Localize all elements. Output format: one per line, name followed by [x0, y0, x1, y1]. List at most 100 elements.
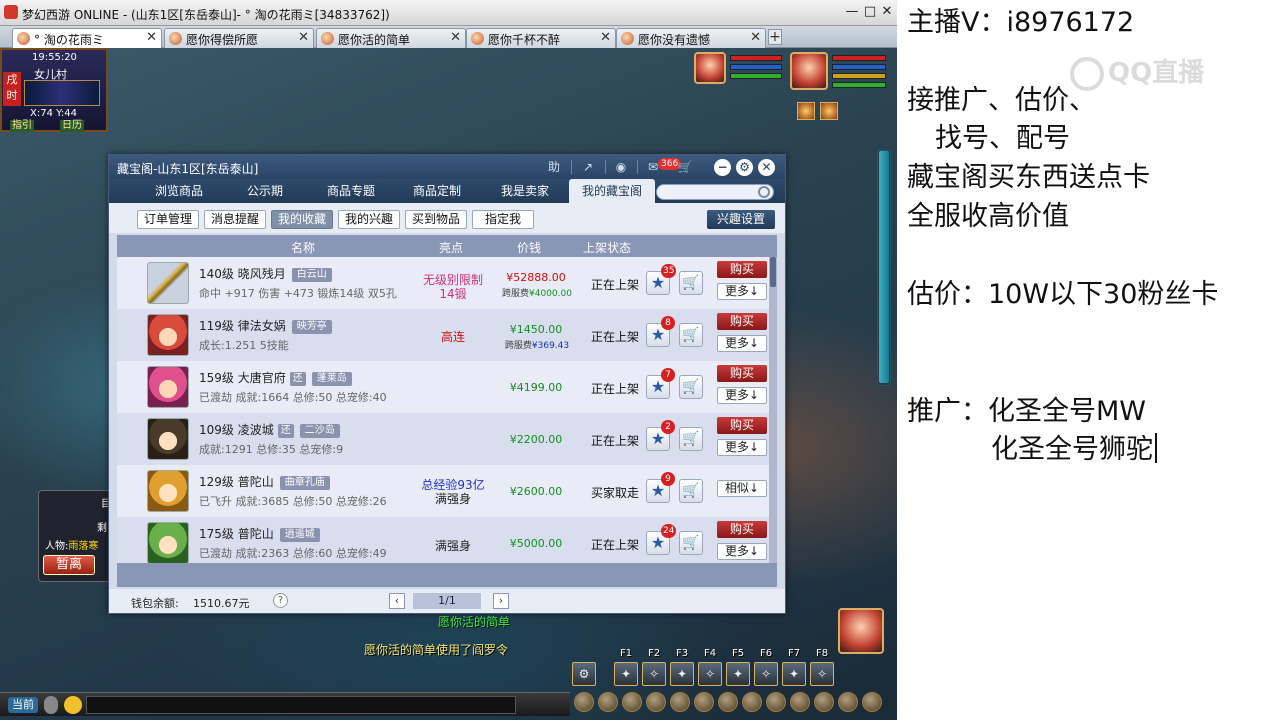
table-row[interactable]: 159级 大唐官府还蓬莱岛 已渡劫 成就:1664 总修:50 总宠修:40 ¥… — [117, 361, 769, 413]
character-avatar[interactable] — [838, 608, 884, 654]
close-icon[interactable]: ✕ — [298, 30, 309, 45]
search-icon[interactable] — [758, 186, 770, 198]
character-thumbnail[interactable] — [147, 418, 189, 460]
skill-slot-7[interactable]: ✦ — [782, 662, 806, 686]
table-row[interactable]: 140级 晓风残月 白云山 命中 +917 伤害 +473 锻炼14级 双5孔 无… — [117, 257, 769, 309]
menu-icon[interactable] — [862, 692, 882, 712]
subtab-interests[interactable]: 我的兴趣 — [338, 210, 400, 229]
more-button[interactable]: 更多↓ — [717, 283, 767, 300]
more-button[interactable]: 更多↓ — [717, 335, 767, 352]
minimap-view[interactable] — [24, 80, 100, 106]
item-title[interactable]: 119级 律法女娲 映芳亭 — [199, 317, 332, 334]
guide-button[interactable]: 指引 — [10, 120, 34, 132]
skill-slot-1[interactable]: ✦ — [614, 662, 638, 686]
interest-settings-button[interactable]: 兴趣设置 — [707, 210, 775, 229]
settings-icon[interactable]: ◉ — [612, 159, 630, 175]
team-icon[interactable] — [670, 692, 690, 712]
add-to-cart-icon[interactable]: 🛒 — [679, 375, 703, 399]
character-thumbnail[interactable] — [147, 522, 189, 563]
share-icon[interactable]: ↗ — [579, 159, 597, 175]
tab-character-5[interactable]: 愿你没有遗憾 ✕ — [616, 28, 766, 48]
item-title[interactable]: 109级 凌波城还二沙岛 — [199, 421, 340, 438]
item-title[interactable]: 159级 大唐官府还蓬莱岛 — [199, 369, 352, 386]
cart-icon[interactable]: 🛒 — [676, 159, 694, 175]
tab-character-3[interactable]: 愿你活的简单 ✕ — [316, 28, 466, 48]
item-title[interactable]: 140级 晓风残月 白云山 — [199, 265, 332, 282]
table-row[interactable]: 119级 律法女娲 映芳亭 成长:1.251 5技能 高连 ¥1450.00 跨服… — [117, 309, 769, 361]
tab-character-2[interactable]: 愿你得偿所愿 ✕ — [164, 28, 314, 48]
pet-portrait[interactable] — [694, 52, 726, 84]
buy-button[interactable]: 购买 — [717, 417, 767, 434]
close-icon[interactable]: ✕ — [750, 30, 761, 45]
search-input[interactable] — [656, 184, 774, 200]
tab-seller[interactable]: 我是卖家 — [483, 179, 567, 203]
settings-icon[interactable]: ⚙ — [572, 662, 596, 686]
more-button[interactable]: 更多↓ — [717, 439, 767, 456]
microphone-icon[interactable] — [44, 696, 58, 714]
close-icon[interactable]: ✕ — [600, 30, 611, 45]
next-page-button[interactable]: › — [493, 593, 509, 609]
quest-icon[interactable] — [718, 692, 738, 712]
table-scrollbar[interactable] — [769, 257, 777, 563]
minimize-button[interactable]: — — [844, 4, 860, 20]
buy-button[interactable]: 购买 — [717, 521, 767, 538]
chat-channel-button[interactable]: 当前 — [8, 697, 38, 713]
buy-button[interactable]: 购买 — [717, 261, 767, 278]
system-icon[interactable] — [814, 692, 834, 712]
add-to-cart-icon[interactable]: 🛒 — [679, 531, 703, 555]
close-window-button[interactable]: ✕ — [879, 4, 895, 20]
buy-button[interactable]: 购买 — [717, 313, 767, 330]
character-thumbnail[interactable] — [147, 470, 189, 512]
table-row[interactable]: 175级 普陀山 逍遥城 已渡劫 成就:2363 总修:60 总宠修:49 满强身… — [117, 517, 769, 563]
attack-icon[interactable] — [574, 692, 594, 712]
subtab-assigned[interactable]: 指定我 — [472, 210, 534, 229]
prev-page-button[interactable]: ‹ — [389, 593, 405, 609]
more-button[interactable]: 更多↓ — [717, 387, 767, 404]
character-thumbnail[interactable] — [147, 314, 189, 356]
buff-icon[interactable] — [820, 102, 838, 120]
new-tab-button[interactable]: + — [768, 29, 782, 45]
emoji-icon[interactable] — [64, 696, 82, 714]
game-scrollbar[interactable] — [877, 150, 891, 386]
add-to-cart-icon[interactable]: 🛒 — [679, 323, 703, 347]
friends-icon[interactable] — [790, 692, 810, 712]
skill-slot-4[interactable]: ✧ — [698, 662, 722, 686]
give-icon[interactable] — [622, 692, 642, 712]
minimize-dialog-button[interactable]: − — [714, 159, 731, 176]
minimap[interactable]: 戌时 19:55:20 女儿村 X:74 Y:44 指引 日历 — [0, 48, 108, 132]
item-thumbnail[interactable] — [147, 262, 189, 304]
favorite-star-icon[interactable]: ★ 7 — [646, 368, 675, 399]
player-portrait[interactable] — [790, 52, 828, 90]
more-button[interactable]: 更多↓ — [717, 543, 767, 560]
table-row[interactable]: 109级 凌波城还二沙岛 成就:1291 总修:35 总宠修:9 ¥2200.0… — [117, 413, 769, 465]
subtab-orders[interactable]: 订单管理 — [137, 210, 199, 229]
favorite-star-icon[interactable]: ★ 9 — [646, 472, 675, 503]
character-thumbnail[interactable] — [147, 366, 189, 408]
close-dialog-button[interactable]: ✕ — [758, 159, 775, 176]
help-button[interactable]: 助 — [545, 159, 563, 175]
scrollbar-thumb[interactable] — [879, 151, 889, 383]
tab-character-4[interactable]: 愿你千杯不醉 ✕ — [466, 28, 616, 48]
subtab-purchased[interactable]: 买到物品 — [405, 210, 467, 229]
rank-icon[interactable] — [766, 692, 786, 712]
skill-slot-3[interactable]: ✦ — [670, 662, 694, 686]
calendar-button[interactable]: 日历 — [60, 120, 84, 132]
tab-public[interactable]: 公示期 — [225, 179, 305, 203]
skill-slot-5[interactable]: ✦ — [726, 662, 750, 686]
leave-button[interactable]: 暂离 — [43, 555, 95, 575]
item-icon[interactable] — [598, 692, 618, 712]
favorite-star-icon[interactable]: ★ 2 — [646, 420, 675, 451]
shop-icon[interactable] — [838, 692, 858, 712]
help-icon[interactable]: ? — [273, 593, 288, 608]
pet-icon[interactable] — [694, 692, 714, 712]
subtab-favorites[interactable]: 我的收藏 — [271, 210, 333, 229]
tab-my-pavilion[interactable]: 我的藏宝阁 — [569, 179, 655, 203]
skill-slot-2[interactable]: ✧ — [642, 662, 666, 686]
scrollbar-thumb[interactable] — [770, 257, 776, 287]
item-title[interactable]: 175级 普陀山 逍遥城 — [199, 525, 320, 542]
favorite-star-icon[interactable]: ★ 35 — [646, 264, 677, 295]
close-icon[interactable]: ✕ — [450, 30, 461, 45]
add-to-cart-icon[interactable]: 🛒 — [679, 427, 703, 451]
buff-icon[interactable] — [797, 102, 815, 120]
close-icon[interactable]: ✕ — [146, 30, 157, 45]
